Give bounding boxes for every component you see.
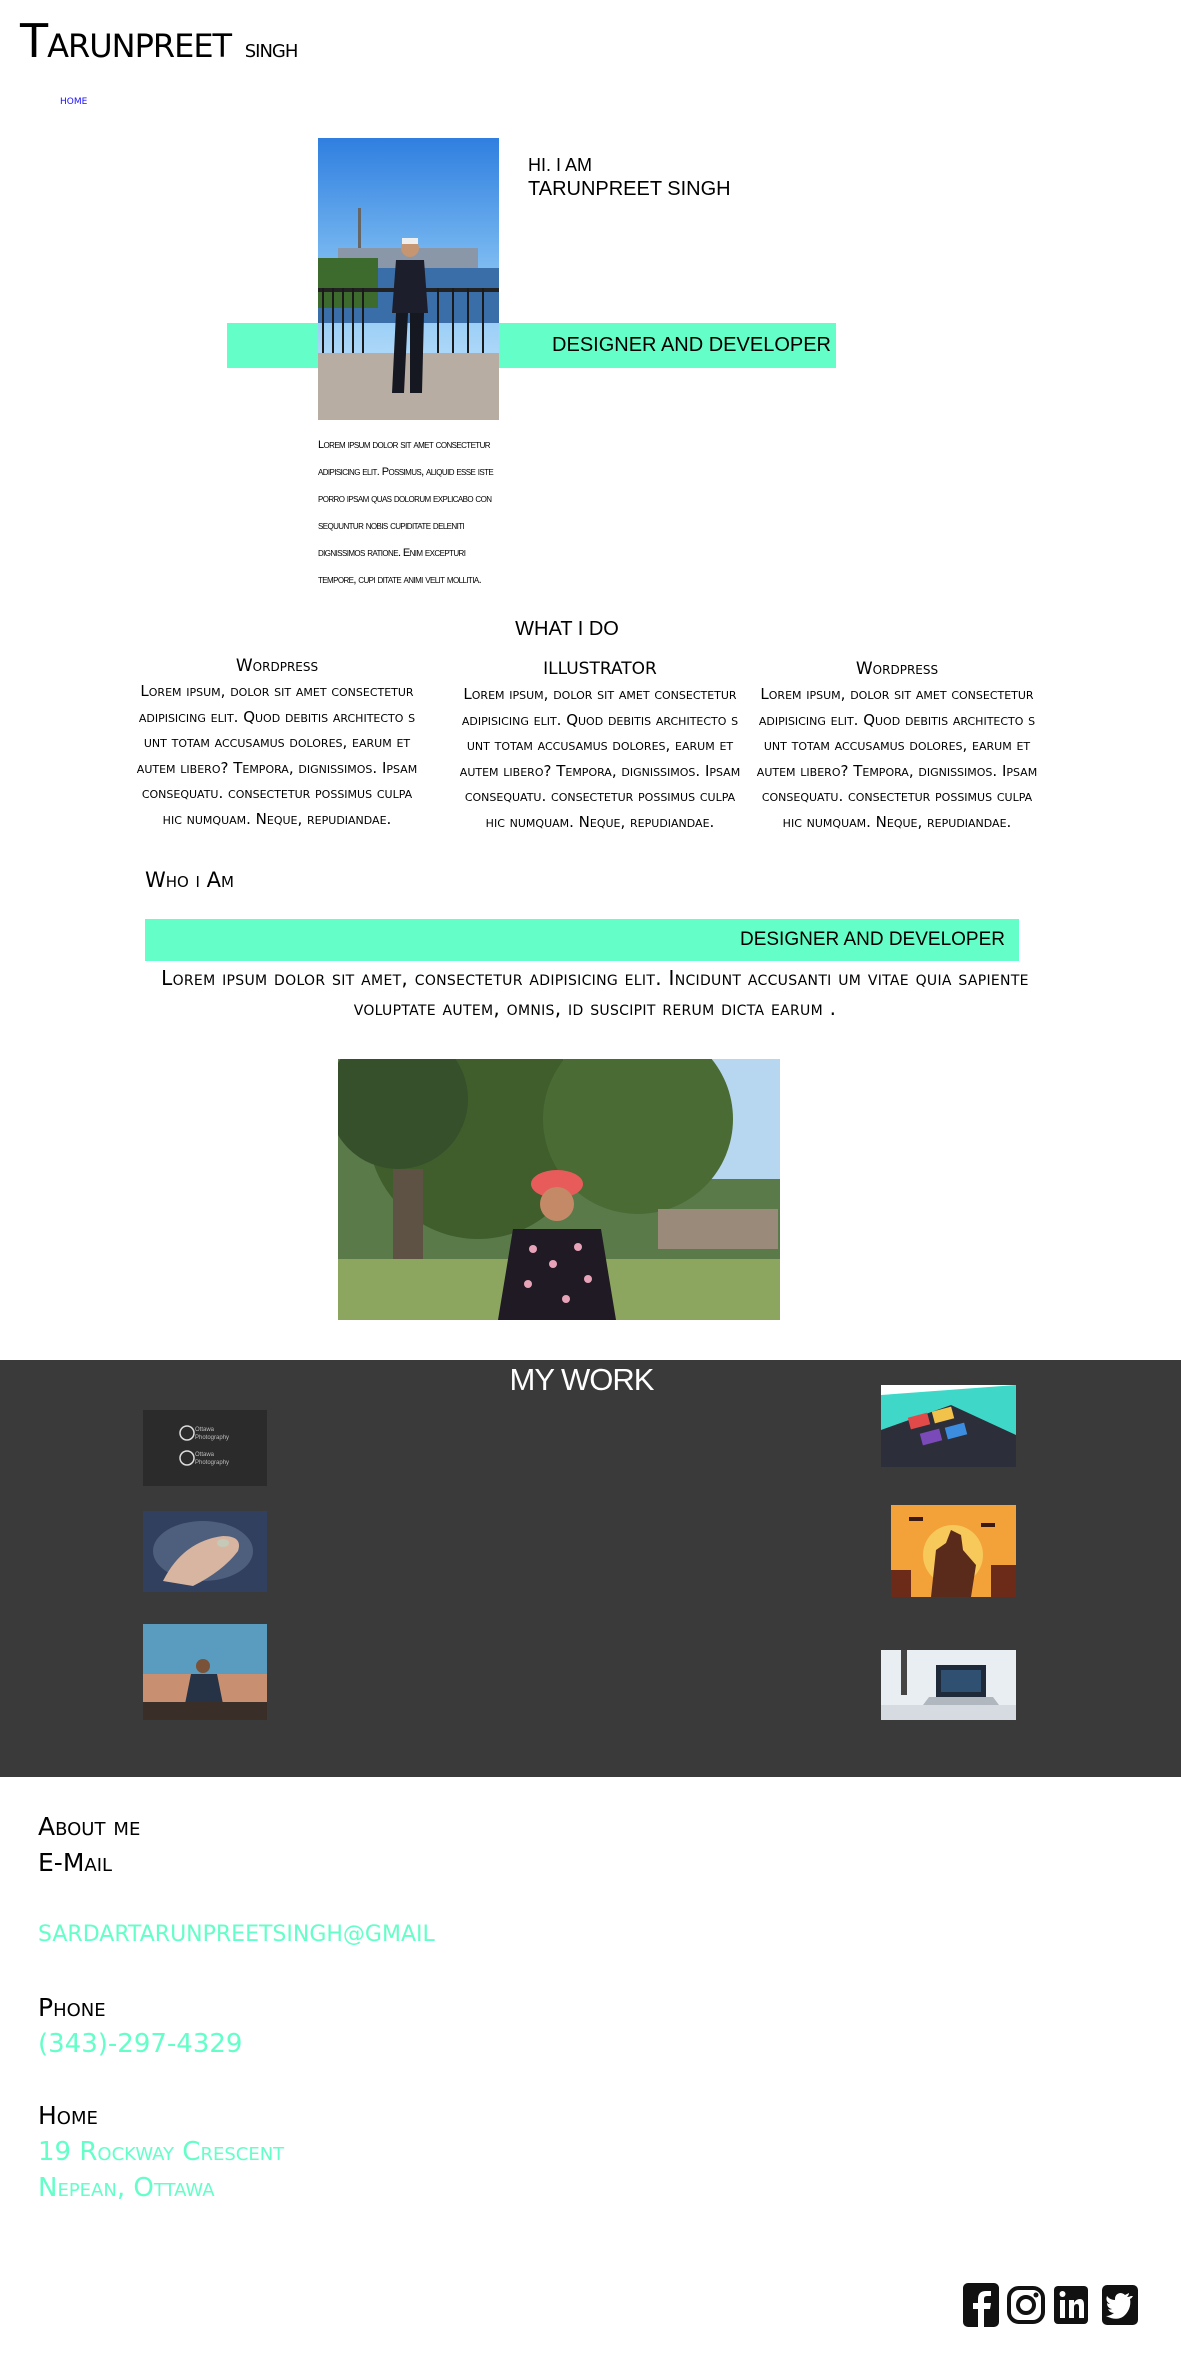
site-title: Tarunpreet singh — [20, 14, 299, 68]
who-description: Lorem ipsum dolor sit amet, consectetur … — [161, 966, 1029, 1020]
who-i-am-title: Who i Am — [145, 868, 234, 892]
work-thumbnail-color-swatches[interactable] — [881, 1385, 1016, 1467]
hero-accent-band-left — [227, 323, 318, 368]
service-card: ILLUSTRATOR Lorem ipsum, dolor sit amet … — [455, 659, 745, 835]
address-line-2: Nepean, Ottawa — [38, 2173, 215, 2203]
service-card: Wordpress Lorem ipsum, dolor sit amet co… — [132, 656, 422, 832]
email-label: E-Mail — [38, 1848, 113, 1877]
site-title-main: Tarunpreet — [20, 14, 232, 68]
service-text: Lorem ipsum, dolor sit amet consectetur … — [136, 682, 418, 828]
address-line-1: 19 Rockway Crescent — [38, 2137, 285, 2167]
work-thumbnail-hand[interactable] — [143, 1511, 267, 1592]
instagram-icon[interactable] — [1007, 2280, 1045, 2330]
what-i-do-title: WHAT I DO — [515, 618, 619, 640]
service-title: Wordpress — [855, 659, 939, 679]
hero-name: TARUNPREET SINGH — [528, 178, 731, 200]
work-logo-text: Ottawa — [195, 1427, 215, 1433]
work-logo-text: Photography — [195, 1460, 229, 1466]
nav-home-link[interactable]: HOME — [60, 97, 87, 107]
service-text: Lorem ipsum, dolor sit amet consectetur … — [756, 685, 1038, 831]
who-role: DESIGNER AND DEVELOPER — [739, 929, 1005, 950]
home-label: Home — [38, 2101, 98, 2130]
email-link[interactable]: SARDARTARUNPREETSINGH@GMAIL — [38, 1922, 435, 1947]
work-thumbnail-godzilla[interactable] — [891, 1505, 1016, 1597]
who-photo — [338, 1059, 780, 1320]
about-me-label: About me — [38, 1812, 141, 1841]
facebook-icon[interactable] — [962, 2280, 1000, 2330]
work-thumbnail-laptop-desk[interactable] — [881, 1650, 1016, 1720]
site-title-small: singh — [244, 34, 299, 64]
phone-value[interactable]: (343)-297-4329 — [38, 2029, 242, 2059]
phone-label: Phone — [38, 1993, 106, 2022]
service-title: Wordpress — [235, 656, 319, 676]
work-logo-text: Ottawa — [195, 1452, 215, 1458]
hero-description: Lorem ipsum dolor sit amet consectetur a… — [318, 439, 494, 586]
work-logo-text: Photography — [195, 1435, 229, 1441]
linkedin-icon[interactable] — [1052, 2280, 1090, 2330]
hero-photo — [318, 138, 499, 420]
service-title: ILLUSTRATOR — [543, 659, 657, 679]
service-card: Wordpress Lorem ipsum, dolor sit amet co… — [752, 659, 1042, 835]
hero-role: DESIGNER AND DEVELOPER — [552, 334, 831, 356]
work-thumbnail-ottawa-photography[interactable]: Ottawa Photography Ottawa Photography — [143, 1410, 267, 1486]
twitter-icon[interactable] — [1101, 2280, 1139, 2330]
service-text: Lorem ipsum, dolor sit amet consectetur … — [459, 685, 741, 831]
hero-greeting: HI. I AM — [528, 155, 593, 175]
work-thumbnail-portrait[interactable] — [143, 1624, 267, 1720]
